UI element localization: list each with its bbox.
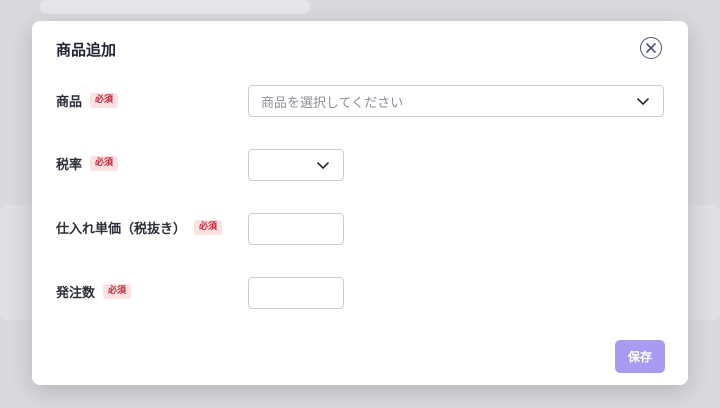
modal-title: 商品追加: [56, 41, 117, 59]
required-badge: 必須: [90, 156, 119, 171]
product-label-group: 商品 必須: [56, 91, 119, 110]
product-label: 商品: [56, 95, 83, 110]
chevron-down-icon: [317, 162, 329, 169]
close-button[interactable]: [640, 37, 662, 59]
tax-rate-label-group: 税率 必須: [56, 154, 119, 173]
save-button[interactable]: 保存: [615, 340, 665, 373]
purchase-price-label: 仕入れ単価（税抜き）: [56, 222, 187, 237]
order-quantity-label-group: 発注数 必須: [56, 282, 132, 301]
purchase-price-input[interactable]: [248, 213, 344, 245]
add-product-modal: 商品追加 商品 必須 商品を選択してください 税率 必須 仕入れ単価（税抜き） …: [32, 21, 688, 385]
required-badge: 必須: [103, 284, 132, 299]
chevron-down-icon: [637, 98, 649, 105]
purchase-price-label-group: 仕入れ単価（税抜き） 必須: [56, 218, 223, 237]
required-badge: 必須: [194, 220, 223, 235]
product-select-placeholder: 商品を選択してください: [261, 95, 404, 111]
product-select[interactable]: 商品を選択してください: [248, 85, 664, 117]
background-panel-top: [40, 0, 310, 14]
required-badge: 必須: [90, 93, 119, 108]
order-quantity-label: 発注数: [56, 286, 96, 301]
order-quantity-input[interactable]: [248, 277, 344, 309]
close-icon: [646, 43, 656, 53]
tax-rate-select[interactable]: [248, 149, 344, 181]
tax-rate-label: 税率: [56, 158, 83, 173]
